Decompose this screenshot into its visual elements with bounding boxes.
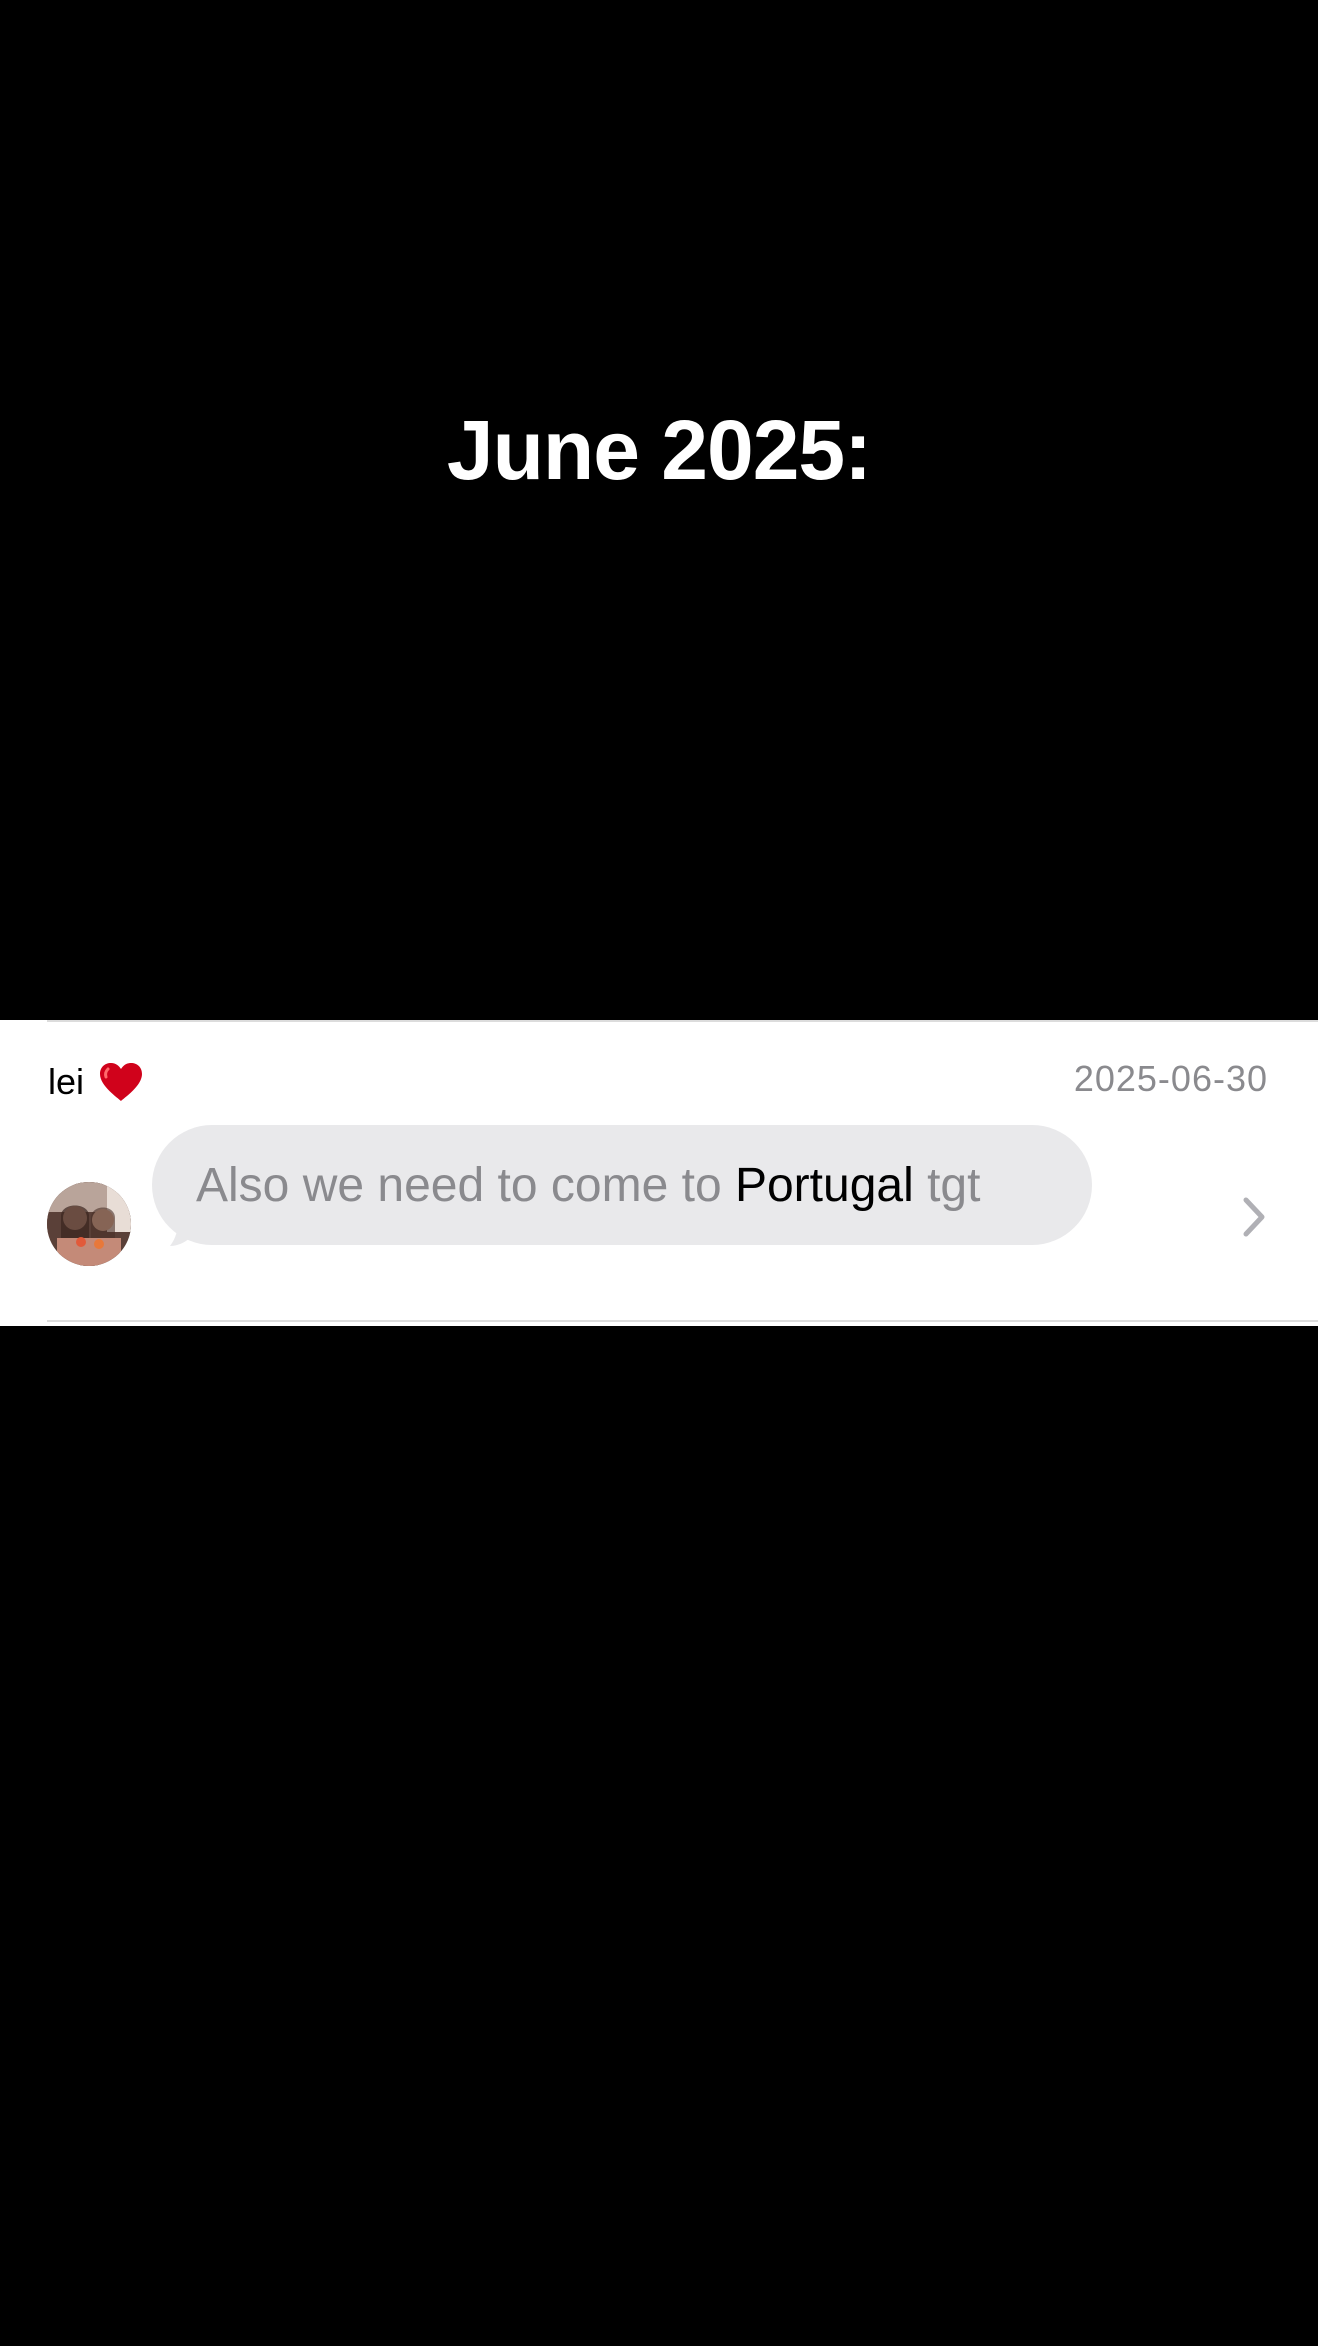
chevron-right-icon[interactable] <box>1240 1192 1270 1242</box>
sender-row: lei <box>48 1056 144 1108</box>
message-search-result[interactable]: lei 2025-06-30 Also we need to come to P… <box>0 1020 1318 1326</box>
bubble-tail <box>170 1220 198 1246</box>
page-heading: June 2025: <box>446 403 872 497</box>
message-date: 2025-06-30 <box>1073 1058 1268 1099</box>
message-text-after: tgt <box>913 1158 981 1212</box>
bottom-divider <box>47 1320 1318 1322</box>
message-bubble[interactable]: Also we need to come to Portugal tgt <box>152 1125 1092 1245</box>
sender-name: lei <box>48 1061 85 1102</box>
red-heart-icon <box>98 1061 144 1103</box>
top-divider <box>47 1020 1318 1022</box>
message-text-highlight: Portugal <box>734 1158 914 1212</box>
message-text-before: Also we need to come to <box>196 1158 735 1212</box>
avatar <box>47 1182 131 1266</box>
